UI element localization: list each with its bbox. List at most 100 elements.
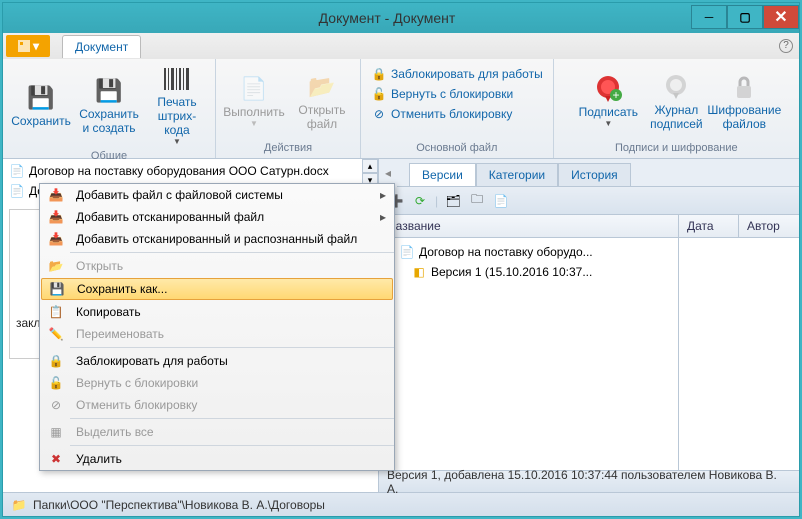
ctx-label: Сохранить как... (77, 282, 167, 296)
add-file-icon: 📥 (44, 188, 68, 202)
chevron-down-icon: ▼ (173, 137, 181, 146)
ctx-delete[interactable]: ✖ Удалить (40, 448, 394, 470)
sign-log-icon (660, 71, 692, 103)
ctx-label: Добавить отсканированный и распознанный … (76, 232, 357, 246)
tree-label: Версия 1 (15.10.2016 10:37... (431, 265, 592, 279)
ctx-label: Отменить блокировку (76, 398, 197, 412)
cancel-lock-icon: ⊘ (44, 398, 68, 412)
add-scan-ocr-icon: 📥 (44, 232, 68, 246)
rename-icon: ✏️ (44, 327, 68, 341)
col-author[interactable]: Автор (739, 215, 799, 237)
right-pane: ◂ Версии Категории История ➕ ⟳ | 🗂 🗀 📄 Н… (379, 159, 799, 492)
add-scan-icon: 📥 (44, 210, 68, 224)
unlock-label: Вернуть с блокировки (391, 87, 513, 101)
file-item[interactable]: 📄 Договор на поставку оборудования ООО С… (5, 161, 360, 181)
submenu-arrow-icon: ▸ (380, 210, 386, 224)
expand-icon[interactable]: 🗂 (444, 192, 462, 210)
lock-icon: 🔒 (44, 354, 68, 368)
app-menu-button[interactable]: ▾ (6, 35, 50, 57)
unlock-file-button[interactable]: 🔓 Вернуть с блокировки (367, 85, 547, 103)
unlock-icon: 🔓 (371, 86, 387, 102)
ctx-label: Вернуть с блокировки (76, 376, 198, 390)
open-file-label: Открыть файл (298, 103, 345, 131)
open-icon: 📂 (44, 259, 68, 273)
versions-toolbar: ➕ ⟳ | 🗂 🗀 📄 (379, 187, 799, 215)
execute-label: Выполнить (223, 105, 285, 119)
ctx-add-scan-ocr[interactable]: 📥 Добавить отсканированный и распознанный… (40, 228, 394, 250)
ctx-select-all: ▦Выделить все (40, 421, 394, 443)
version-icon: ◧ (411, 264, 427, 280)
save-create-label: Сохранить и создать (79, 107, 139, 135)
open-file-icon: 📂 (306, 71, 338, 103)
save-button[interactable]: 💾 Сохранить (9, 61, 73, 148)
close-button[interactable]: ✕ (763, 5, 799, 29)
ctx-unlock: 🔓 Вернуть с блокировки (40, 372, 394, 394)
encrypt-button[interactable]: Шифрование файлов (712, 61, 776, 140)
tab-history[interactable]: История (558, 163, 631, 186)
delete-icon: ✖ (44, 452, 68, 466)
doc-icon[interactable]: 📄 (492, 192, 510, 210)
ctx-add-scanned[interactable]: 📥 Добавить отсканированный файл ▸ (40, 206, 394, 228)
chevron-down-icon: ▼ (604, 119, 612, 128)
col-name[interactable]: Название (379, 215, 679, 237)
statusbar: 📁 Папки\ООО "Перспектива"\Новикова В. А.… (3, 492, 799, 516)
ctx-label: Удалить (76, 452, 122, 466)
tree-row[interactable]: ◧ Версия 1 (15.10.2016 10:37... (383, 262, 674, 282)
ctx-open: 📂 Открыть (40, 255, 394, 277)
select-all-icon: ▦ (44, 425, 68, 439)
file-name: Договор на поставку оборудования ООО Сат… (29, 164, 329, 178)
word-icon: 📄 (9, 183, 25, 199)
titlebar: Документ - Документ ─ ▢ ✕ (3, 3, 799, 33)
ctx-label: Добавить файл с файловой системы (76, 188, 283, 202)
col-date[interactable]: Дата (679, 215, 739, 237)
tab-document[interactable]: Документ (62, 35, 141, 58)
minimize-button[interactable]: ─ (691, 5, 727, 29)
tab-prev-icon[interactable]: ◂ (379, 166, 397, 180)
lock-file-button[interactable]: 🔒Заблокировать для работы (367, 65, 547, 83)
save-icon: 💾 (25, 82, 57, 114)
group-sign-label: Подписи и шифрование (560, 140, 793, 156)
encrypt-label: Шифрование файлов (707, 103, 781, 131)
tab-categories[interactable]: Категории (476, 163, 558, 186)
versions-status: Версия 1, добавлена 15.10.2016 10:37:44 … (379, 470, 799, 492)
app-window: Документ - Документ ─ ▢ ✕ ▾ Документ ? 💾… (2, 2, 800, 517)
quick-access-bar: ▾ Документ ? (3, 33, 799, 59)
execute-button: 📄 Выполнить ▼ (222, 61, 286, 140)
versions-tree: − 📄 Договор на поставку оборудо... ◧ Вер… (379, 238, 799, 470)
refresh-icon[interactable]: ⟳ (411, 192, 429, 210)
cancel-lock-label: Отменить блокировку (391, 107, 512, 121)
unlock-icon: 🔓 (44, 376, 68, 390)
context-menu: 📥 Добавить файл с файловой системы ▸ 📥 Доба… (39, 183, 395, 471)
ctx-label: Добавить отсканированный файл (76, 210, 264, 224)
help-icon[interactable]: ? (779, 39, 793, 53)
ctx-save-as[interactable]: 💾 Сохранить как... (41, 278, 393, 300)
collapse-icon[interactable]: 🗀 (468, 192, 486, 210)
open-file-button: 📂 Открыть файл (290, 61, 354, 140)
tab-versions[interactable]: Версии (409, 163, 476, 186)
maximize-button[interactable]: ▢ (727, 5, 763, 29)
doc-icon: 📄 (399, 244, 415, 260)
sign-icon: + (592, 73, 624, 105)
ctx-label: Открыть (76, 259, 123, 273)
ctx-lock[interactable]: 🔒Заблокировать для работы (40, 350, 394, 372)
barcode-label: Печать штрих-кода (149, 95, 205, 137)
ctx-copy[interactable]: 📋Копировать (40, 301, 394, 323)
print-barcode-button[interactable]: Печать штрих-кода ▼ (145, 61, 209, 148)
svg-text:+: + (613, 88, 620, 102)
lock-icon: 🔒 (371, 66, 387, 82)
status-text: Версия 1, добавлена 15.10.2016 10:37:44 … (387, 468, 791, 496)
ctx-rename: ✏️Переименовать (40, 323, 394, 345)
save-as-icon: 💾 (45, 282, 69, 296)
sign-label: Подписать (579, 105, 638, 119)
encrypt-icon (728, 71, 760, 103)
cancel-lock-icon: ⊘ (371, 106, 387, 122)
nav-up-icon[interactable]: ▴ (362, 159, 378, 173)
sign-button[interactable]: + Подписать ▼ (576, 61, 640, 140)
cancel-lock-button[interactable]: ⊘ Отменить блокировку (367, 105, 547, 123)
tree-row[interactable]: − 📄 Договор на поставку оборудо... (383, 242, 674, 262)
save-and-create-button[interactable]: 💾 Сохранить и создать (77, 61, 141, 148)
folder-icon: 📁 (11, 497, 27, 513)
sign-log-button[interactable]: Журнал подписей (644, 61, 708, 140)
ctx-add-from-fs[interactable]: 📥Добавить файл с файловой системы▸ (40, 184, 394, 206)
ctx-cancel-lock: ⊘ Отменить блокировку (40, 394, 394, 416)
